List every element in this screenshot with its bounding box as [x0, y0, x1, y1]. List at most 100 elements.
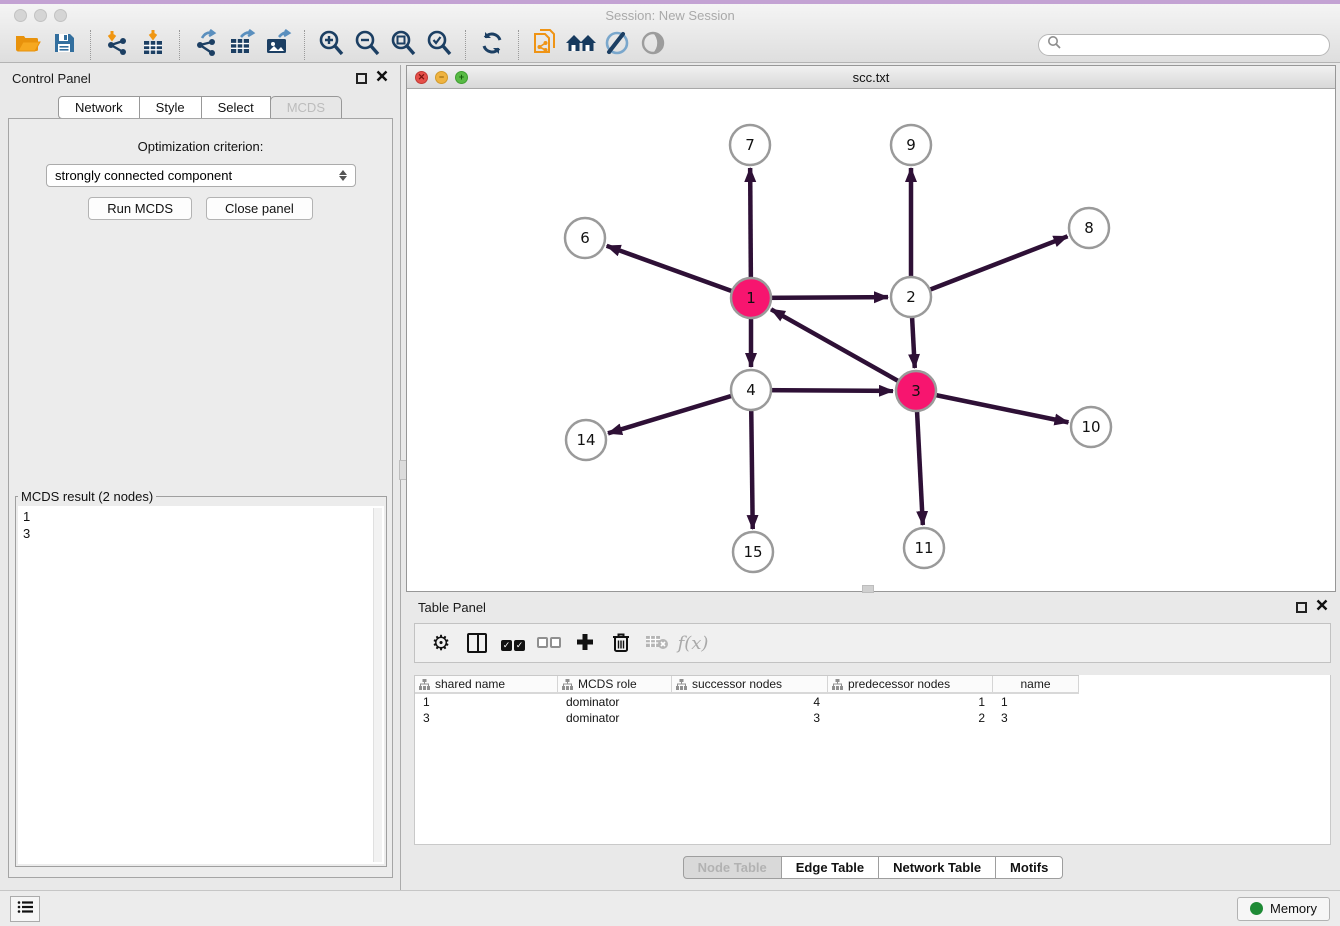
network-canvas[interactable]: 1 2 3 4 6 7 8 9 10 11 14 15 — [407, 89, 1335, 591]
close-window-button[interactable] — [14, 9, 27, 22]
zoom-window-button[interactable] — [54, 9, 67, 22]
zoom-in-button[interactable] — [313, 29, 349, 61]
table-row[interactable]: 3 dominator 3 2 3 — [415, 710, 1079, 726]
import-table-button[interactable] — [135, 29, 171, 61]
graph-node-7[interactable]: 7 — [730, 125, 770, 165]
zoom-selected-button[interactable] — [421, 29, 457, 61]
zoom-out-button[interactable] — [349, 29, 385, 61]
graph-node-9[interactable]: 9 — [891, 125, 931, 165]
refresh-button[interactable] — [474, 29, 510, 61]
graph-edge-2-8[interactable] — [911, 236, 1068, 297]
export-image-button[interactable] — [260, 29, 296, 61]
select-all-columns-button[interactable]: ✓✓ — [497, 628, 529, 658]
network-view-window: ✕ − + scc.txt 1234678910111415 — [406, 65, 1336, 592]
create-column-button[interactable] — [569, 628, 601, 658]
unselect-all-columns-button[interactable] — [533, 628, 565, 658]
memory-label: Memory — [1270, 901, 1317, 916]
graph-edge-3-10[interactable] — [916, 391, 1068, 422]
table-settings-button[interactable]: ⚙ — [425, 628, 457, 658]
zoom-selected-icon — [425, 29, 453, 60]
apply-style-button[interactable] — [599, 29, 635, 61]
float-table-panel-icon[interactable] — [1296, 602, 1307, 613]
graph-edge-4-3[interactable] — [751, 390, 893, 391]
graph-node-4[interactable]: 4 — [731, 370, 771, 410]
svg-text:2: 2 — [906, 288, 916, 306]
table-row[interactable]: 1 dominator 4 1 1 — [415, 694, 1079, 710]
open-session-button[interactable] — [10, 29, 46, 61]
graph-node-6[interactable]: 6 — [565, 218, 605, 258]
control-panel: Control Panel Network Style Select MCDS … — [0, 65, 400, 890]
column-header-predecessor-nodes[interactable]: predecessor nodes — [828, 676, 993, 692]
mcds-panel: Optimization criterion: strongly connect… — [8, 118, 393, 878]
network-close-button[interactable]: ✕ — [415, 71, 428, 84]
delete-column-button[interactable] — [605, 628, 637, 658]
svg-text:10: 10 — [1081, 418, 1100, 436]
hierarchy-icon — [832, 679, 843, 690]
network-files-button[interactable] — [527, 29, 563, 61]
control-panel-tabs: Network Style Select MCDS — [0, 96, 400, 119]
graph-node-15[interactable]: 15 — [733, 532, 773, 572]
close-panel-icon[interactable] — [376, 69, 388, 87]
search-input[interactable] — [1066, 38, 1321, 52]
canvas-splitter-handle[interactable] — [862, 585, 874, 593]
tab-style[interactable]: Style — [139, 96, 202, 119]
minimize-window-button[interactable] — [34, 9, 47, 22]
svg-text:9: 9 — [906, 136, 916, 154]
tab-motifs[interactable]: Motifs — [995, 856, 1063, 879]
column-header-mcds-role[interactable]: MCDS role — [558, 676, 672, 692]
memory-status-icon — [1250, 902, 1263, 915]
column-header-shared-name[interactable]: shared name — [415, 676, 558, 692]
export-network-button[interactable] — [188, 29, 224, 61]
apply-layout-button[interactable] — [563, 29, 599, 61]
tab-select[interactable]: Select — [201, 96, 271, 119]
graph-edge-1-6[interactable] — [607, 246, 751, 298]
result-scrollbar[interactable] — [373, 508, 382, 862]
table-panel-title: Table Panel — [418, 600, 486, 615]
graph-edge-4-14[interactable] — [608, 390, 751, 433]
toggle-graphics-details-button[interactable] — [635, 29, 671, 61]
criterion-value: strongly connected component — [55, 168, 232, 183]
svg-text:8: 8 — [1084, 219, 1094, 237]
run-mcds-button[interactable]: Run MCDS — [88, 197, 192, 220]
column-header-successor-nodes[interactable]: successor nodes — [672, 676, 828, 692]
export-table-button[interactable] — [224, 29, 260, 61]
houses-icon — [564, 31, 598, 58]
graph-node-3[interactable]: 3 — [896, 371, 936, 411]
mac-titlebar: Session: New Session — [0, 4, 1340, 27]
task-history-button[interactable] — [10, 896, 40, 922]
network-minimize-button[interactable]: − — [435, 71, 448, 84]
tab-node-table[interactable]: Node Table — [683, 856, 782, 879]
column-header-name[interactable]: name — [993, 676, 1079, 692]
criterion-select[interactable]: strongly connected component — [46, 164, 356, 187]
import-network-button[interactable] — [99, 29, 135, 61]
function-builder-button[interactable]: f(x) — [677, 628, 709, 658]
toolbar-separator — [90, 30, 91, 60]
graph-node-10[interactable]: 10 — [1071, 407, 1111, 447]
tab-network[interactable]: Network — [58, 96, 140, 119]
toolbar-separator — [304, 30, 305, 60]
hierarchy-icon — [562, 679, 573, 690]
graph-node-8[interactable]: 8 — [1069, 208, 1109, 248]
delete-table-button[interactable] — [641, 628, 673, 658]
tab-mcds[interactable]: MCDS — [270, 96, 342, 119]
select-stepper-icon — [339, 170, 347, 181]
float-panel-icon[interactable] — [356, 73, 367, 84]
zoom-fit-button[interactable] — [385, 29, 421, 61]
style-brush-icon — [603, 30, 631, 59]
graph-node-14[interactable]: 14 — [566, 420, 606, 460]
close-panel-button[interactable]: Close panel — [206, 197, 313, 220]
svg-text:15: 15 — [743, 543, 762, 561]
graph-node-1[interactable]: 1 — [731, 278, 771, 318]
close-table-panel-icon[interactable] — [1316, 598, 1328, 616]
column-selector-button[interactable] — [461, 628, 493, 658]
memory-button[interactable]: Memory — [1237, 897, 1330, 921]
graph-node-11[interactable]: 11 — [904, 528, 944, 568]
open-folder-icon — [14, 31, 42, 58]
save-session-button[interactable] — [46, 29, 82, 61]
mcds-result-text[interactable]: 1 3 — [18, 506, 384, 864]
network-maximize-button[interactable]: + — [455, 71, 468, 84]
tab-edge-table[interactable]: Edge Table — [781, 856, 879, 879]
graph-edge-3-1[interactable] — [771, 309, 916, 391]
graph-node-2[interactable]: 2 — [891, 277, 931, 317]
tab-network-table[interactable]: Network Table — [878, 856, 996, 879]
